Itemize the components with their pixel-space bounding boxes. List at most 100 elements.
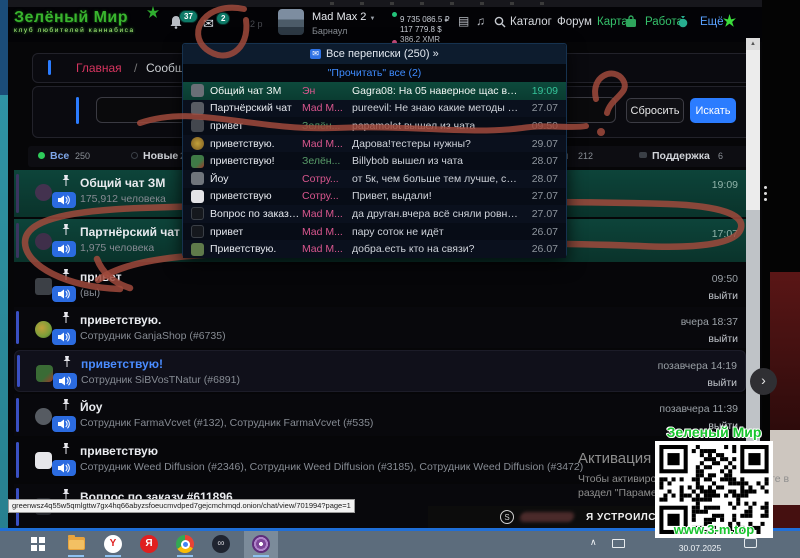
tab-all-label: Все: [50, 150, 69, 162]
desktop-left-strip-teal: [0, 95, 8, 530]
mute-button[interactable]: [52, 329, 76, 345]
search-icon[interactable]: [494, 16, 506, 28]
chevron-right-button[interactable]: ›: [750, 368, 777, 395]
yandex-browser-icon[interactable]: Y: [104, 535, 122, 553]
tab-support-label: Поддержка: [652, 150, 710, 162]
mute-button[interactable]: [52, 460, 76, 476]
chat-time: вчера 18:37: [681, 316, 738, 328]
message-time: 27.07: [520, 102, 558, 114]
message-row[interactable]: приветствую Сотру... Привет, выдали! 27.…: [183, 188, 566, 206]
nav-catalog[interactable]: Каталог: [510, 16, 552, 28]
site-logo[interactable]: Зелёный Мир клуб любителей каннабиса: [14, 9, 135, 34]
yandex-app-icon[interactable]: Я: [140, 535, 158, 553]
clock-date[interactable]: 30.07.2025: [664, 543, 736, 553]
message-author: Эн: [302, 85, 352, 97]
mail-icon[interactable]: ✉: [203, 17, 214, 30]
desktop-right-image: [770, 272, 800, 430]
message-chat-title: Вопрос по заказу ...: [210, 208, 302, 220]
avatar: [35, 321, 52, 338]
pin-icon[interactable]: [61, 223, 71, 237]
message-row[interactable]: приветствую! Зелён... Billybob вышел из …: [183, 152, 566, 170]
pin-icon[interactable]: [61, 311, 71, 325]
avatar: [36, 365, 53, 382]
mute-button[interactable]: [53, 373, 77, 389]
chat-avatar: [191, 225, 204, 238]
message-time: 09:50: [520, 120, 558, 132]
message-row[interactable]: Общий чат ЗМ Эн Gagra08: На 05 наверное …: [183, 82, 566, 100]
message-row[interactable]: Приветствую. Mad M... добра.есть кто на …: [183, 240, 566, 258]
breadcrumb-home[interactable]: Главная: [76, 61, 122, 75]
message-time: 29.07: [520, 138, 558, 150]
leave-chat-link[interactable]: выйти: [708, 290, 738, 302]
chat-row[interactable]: приветствую. Сотрудник GanjaShop (#6735)…: [14, 307, 746, 348]
pin-icon[interactable]: [62, 355, 72, 369]
dim-icon: [131, 152, 138, 159]
file-explorer-icon[interactable]: [68, 537, 85, 550]
user-name[interactable]: Mad Max 2 ▼: [312, 11, 375, 23]
kebab-menu-icon[interactable]: [764, 186, 768, 204]
message-chat-title: Приветствую.: [210, 243, 302, 255]
reset-button-label: Сбросить: [631, 105, 680, 117]
message-row[interactable]: привет Mad M... пару соток не идёт 26.07: [183, 223, 566, 241]
speaker-icon: [57, 244, 71, 254]
mute-button[interactable]: [52, 241, 76, 257]
scrollbar-up-arrow[interactable]: ▲: [746, 38, 760, 50]
scrollbar-thumb[interactable]: [746, 50, 760, 210]
music-icon[interactable]: ♫: [476, 14, 485, 28]
nav-more[interactable]: Ещё: [700, 16, 724, 28]
nav-map[interactable]: Карта: [597, 16, 628, 28]
search-accent: [76, 97, 79, 124]
reset-button[interactable]: Сбросить: [626, 98, 684, 123]
message-row[interactable]: привет Зелён... papamolot вышел из чата …: [183, 117, 566, 135]
speaker-icon: [58, 376, 72, 386]
message-row[interactable]: Вопрос по заказу ... Mad M... да друган.…: [183, 205, 566, 223]
mute-button[interactable]: [52, 192, 76, 208]
tray-expand-chevron[interactable]: ∧: [590, 537, 597, 548]
dim-icon: [639, 152, 647, 158]
leave-chat-link[interactable]: выйти: [707, 377, 737, 389]
leaf-icon: [146, 6, 160, 20]
search-button-label: Искать: [695, 105, 730, 117]
pin-icon[interactable]: [61, 442, 71, 456]
wallet-dot-green: [392, 12, 397, 17]
read-all-label: "Прочитать" все (2): [328, 67, 422, 79]
message-row[interactable]: Партнёрский чат Mad M... pureevil: Не зн…: [183, 100, 566, 118]
green-dot-icon: [38, 152, 45, 159]
message-chat-title: привет: [210, 120, 302, 132]
notifications-icon[interactable]: [744, 538, 757, 548]
chat-time: 09:50: [712, 273, 738, 285]
avatar: [35, 452, 52, 469]
chat-avatar: [191, 137, 204, 150]
pin-icon[interactable]: [61, 398, 71, 412]
list-icon[interactable]: ▤: [458, 14, 469, 28]
message-chat-title: Партнёрский чат: [210, 102, 302, 114]
read-all-link[interactable]: "Прочитать" все (2): [183, 64, 566, 82]
qr-code-pattern: [659, 445, 769, 534]
chat-row[interactable]: Йоу Сотрудник FarmaVcvet (#132), Сотрудн…: [14, 394, 746, 436]
network-icon[interactable]: [612, 539, 625, 548]
message-row[interactable]: приветствую. Mad M... Дарова!тестеры нуж…: [183, 135, 566, 153]
leave-chat-link[interactable]: выйти: [708, 333, 738, 345]
avatar: [35, 408, 52, 425]
message-row[interactable]: Йоу Сотру... от 5к, чем больше тем лучше…: [183, 170, 566, 188]
bittorrent-icon[interactable]: ∞: [212, 535, 230, 553]
bag-icon: [625, 15, 637, 28]
chat-row[interactable]: приветствую! Сотрудник SiBVosTNatur (#68…: [14, 350, 746, 392]
dropdown-header[interactable]: ✉ Все переписки (250) »: [183, 44, 566, 64]
nav-forum[interactable]: Форум: [557, 16, 592, 28]
running-indicator: [68, 555, 84, 557]
pin-icon[interactable]: [61, 174, 71, 188]
breadcrumb-accent: [48, 60, 51, 75]
tor-browser-icon[interactable]: [252, 535, 270, 553]
mute-button[interactable]: [52, 286, 76, 302]
user-avatar[interactable]: [278, 9, 304, 35]
mute-button[interactable]: [52, 416, 76, 432]
chat-avatar: [191, 190, 204, 203]
messages-dropdown: ✉ Все переписки (250) » "Прочитать" все …: [182, 43, 567, 257]
pin-icon[interactable]: [61, 268, 71, 282]
start-button[interactable]: [31, 537, 45, 551]
chrome-icon[interactable]: [176, 535, 194, 553]
row-accent: [16, 398, 19, 432]
search-button[interactable]: Искать: [690, 98, 736, 123]
chat-row[interactable]: привет (вы) 09:50 выйти: [14, 264, 746, 305]
